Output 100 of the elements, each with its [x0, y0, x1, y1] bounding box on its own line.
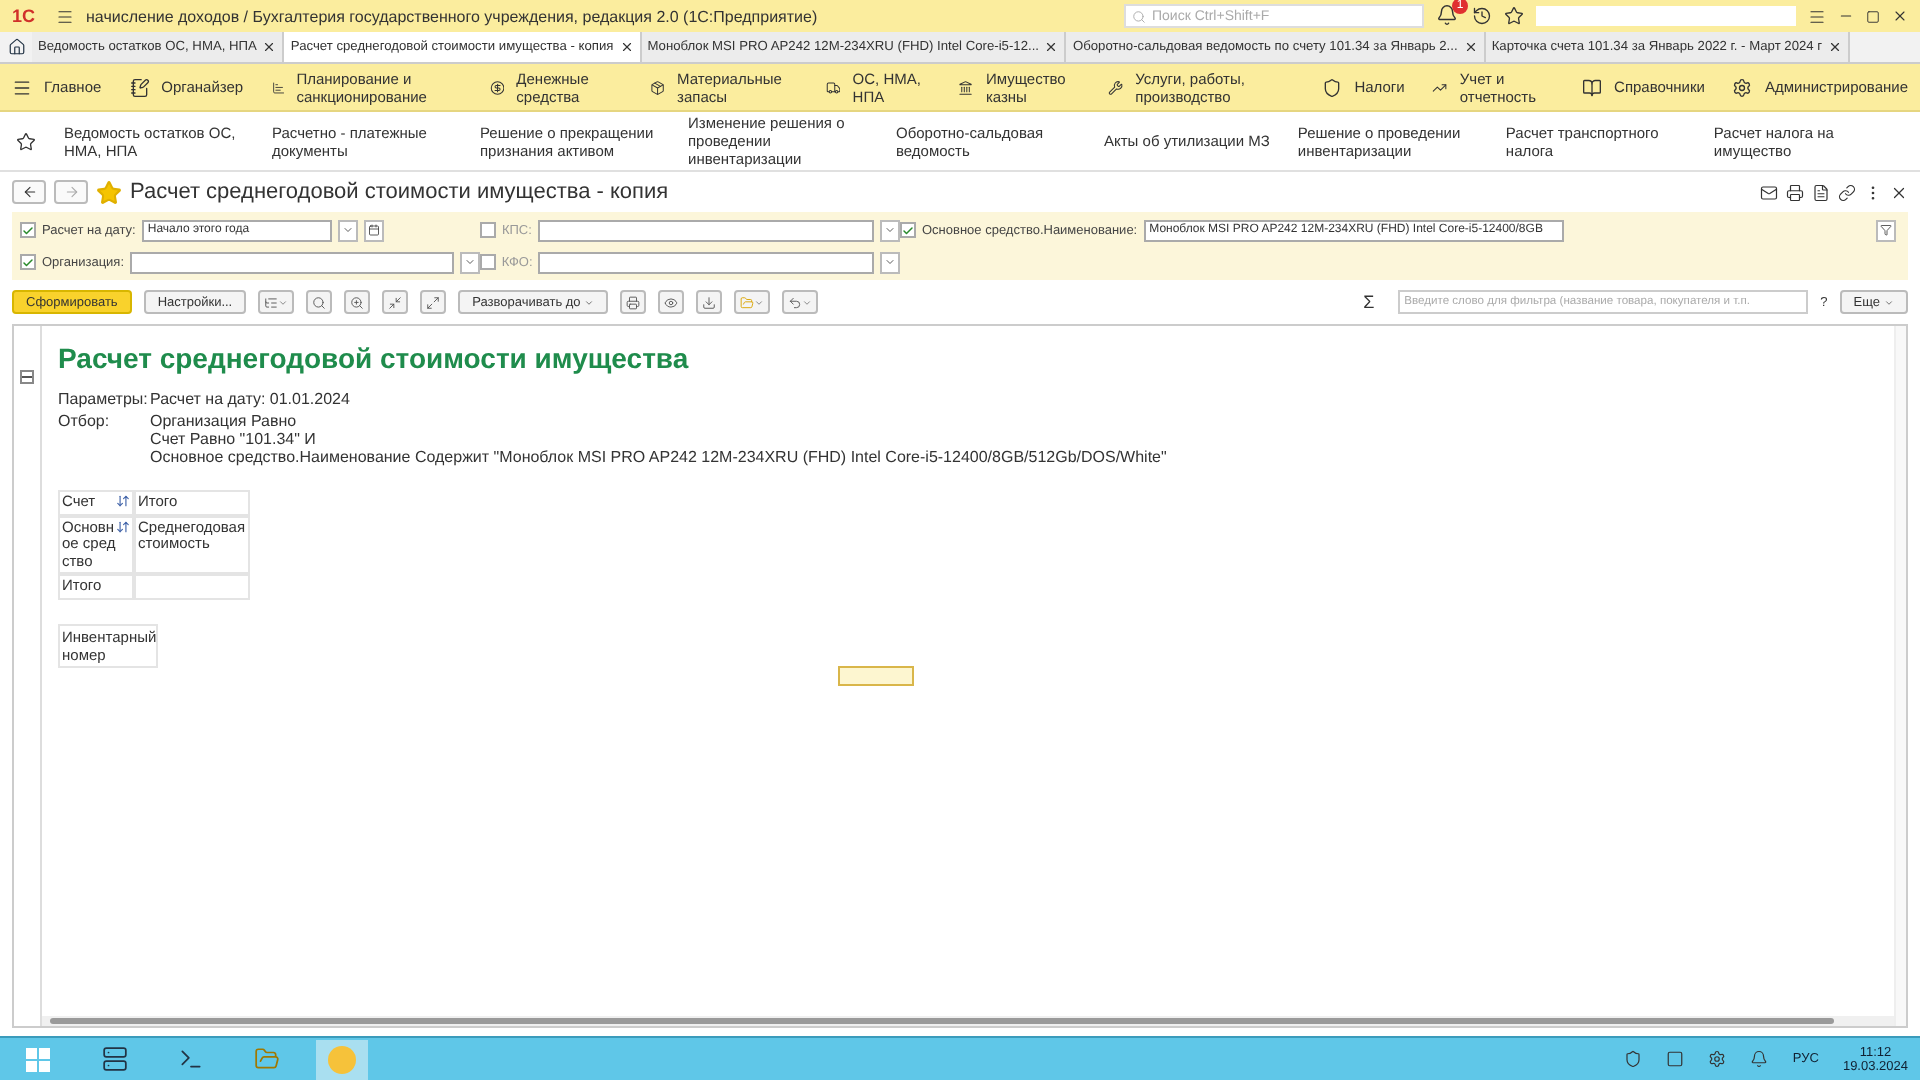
settings-icon — [1732, 77, 1753, 97]
notebook-icon — [129, 77, 150, 97]
selected-cell[interactable] — [838, 666, 914, 686]
search-icon — [312, 295, 327, 309]
download-icon — [702, 295, 717, 309]
menu-icon[interactable] — [56, 7, 74, 25]
collapse-icon — [388, 295, 403, 309]
chevron-down-icon — [754, 297, 765, 307]
bell-icon[interactable] — [1436, 4, 1458, 26]
form-title: Расчет среднегодовой стоимости имущества - копия — [130, 180, 669, 204]
sort-icon[interactable] — [116, 494, 130, 508]
chevron-down-icon — [802, 297, 813, 307]
document-icon[interactable] — [1812, 183, 1830, 201]
collapse-button[interactable] — [382, 290, 409, 314]
vertical-scrollbar[interactable] — [1894, 326, 1906, 1026]
chevron-down-icon — [1884, 297, 1894, 307]
book-icon — [1582, 77, 1603, 97]
sum-button[interactable]: Σ — [1351, 290, 1387, 314]
folder-icon — [740, 295, 755, 309]
printer-icon[interactable] — [1786, 183, 1804, 201]
home-icon — [7, 38, 25, 56]
back-button[interactable] — [12, 180, 46, 204]
check-icon — [902, 223, 914, 237]
report-title: Расчет среднегодовой стоимости имущества — [58, 342, 691, 374]
windows-icon — [26, 1047, 50, 1071]
collapse-toggle[interactable] — [20, 370, 34, 384]
check-icon — [22, 255, 34, 269]
zoom-button[interactable] — [344, 290, 371, 314]
shield-icon — [1322, 77, 1343, 97]
filter-checkbox[interactable] — [480, 222, 496, 238]
favorite-star-icon[interactable] — [96, 179, 122, 205]
filter-settings-button[interactable] — [1876, 219, 1896, 241]
parameter-value: Расчет на дату: 01.01.2024 — [150, 390, 352, 408]
filter-checkbox[interactable] — [900, 222, 916, 238]
close-icon[interactable] — [1044, 40, 1059, 54]
parameter-value: Организация Равно — [150, 412, 299, 430]
expand-all-button[interactable] — [420, 290, 447, 314]
close-icon[interactable] — [619, 40, 634, 54]
maximize-icon[interactable] — [1866, 9, 1880, 23]
arrow-right-icon — [63, 184, 79, 200]
parameter-value: Основное средство.Наименование Содержит "Моноблок MSI PRO AP242 12M-234XRU (FHD) Intel Core-i5-12400/8GB/512Gb/DOS/White" — [150, 448, 1169, 466]
search-button[interactable] — [306, 290, 333, 314]
close-icon[interactable] — [262, 40, 277, 54]
zoom-icon — [350, 295, 365, 309]
filter-field[interactable] — [538, 251, 874, 273]
filter-checkbox[interactable] — [20, 222, 36, 238]
tray-icon[interactable] — [1624, 1050, 1643, 1068]
print-button[interactable] — [620, 290, 647, 314]
parameter-value: Счет Равно "101.34" И — [150, 430, 318, 448]
close-icon[interactable] — [1892, 8, 1908, 24]
search-icon — [1132, 9, 1146, 23]
check-icon — [22, 223, 34, 237]
star-icon[interactable] — [1504, 6, 1524, 26]
filter-icon — [1880, 224, 1892, 236]
menu-icon — [12, 77, 32, 97]
close-icon[interactable] — [1828, 40, 1843, 54]
sort-icon[interactable] — [116, 519, 130, 533]
filter-checkbox[interactable] — [20, 254, 36, 270]
parameter-label: Отбор: — [58, 412, 112, 434]
printer-icon — [626, 295, 641, 309]
bar-chart-icon — [271, 77, 285, 97]
box-icon — [649, 77, 666, 97]
filter-field[interactable] — [130, 251, 454, 273]
link-icon[interactable] — [1838, 183, 1856, 201]
window-title: начисление доходов / Бухгалтерия государственного учреждения, редакция 2.0 (1С:Предприятие) — [86, 7, 818, 25]
parameter-label: Параметры: — [58, 390, 150, 408]
history-icon[interactable] — [1472, 6, 1492, 26]
calendar-icon — [367, 224, 380, 236]
variants-button[interactable] — [258, 290, 295, 314]
horizontal-scrollbar[interactable] — [42, 1016, 1894, 1026]
preview-button[interactable] — [658, 290, 685, 314]
menu-icon[interactable] — [1808, 7, 1826, 25]
download-button[interactable] — [696, 290, 723, 314]
filter-field[interactable] — [537, 219, 874, 241]
mail-icon[interactable] — [1760, 183, 1778, 201]
truck-icon — [825, 77, 841, 97]
terminal-icon — [177, 1046, 203, 1072]
tray-icon[interactable] — [1708, 1050, 1727, 1068]
chevron-down-icon — [341, 224, 354, 236]
calendar-button[interactable] — [363, 219, 384, 241]
undo-button[interactable] — [782, 290, 819, 314]
bank-building-icon — [958, 77, 974, 97]
server-icon — [101, 1046, 127, 1072]
tray-icon[interactable] — [1666, 1050, 1685, 1068]
wrench-icon — [1108, 77, 1124, 97]
app-logo: 1С — [12, 4, 38, 28]
tray-icon[interactable] — [1750, 1050, 1769, 1068]
list-icon — [264, 295, 279, 309]
chevron-down-icon — [464, 256, 476, 268]
chevron-down-icon — [884, 224, 896, 236]
close-icon[interactable] — [1890, 183, 1908, 201]
chevron-down-icon — [584, 297, 595, 307]
close-icon[interactable] — [1463, 40, 1478, 54]
star-icon[interactable] — [16, 131, 36, 151]
coin-icon — [489, 77, 505, 97]
folder-icon — [253, 1046, 279, 1072]
undo-icon — [788, 295, 803, 309]
arrow-left-icon — [21, 184, 37, 200]
expand-icon — [426, 295, 441, 309]
filter-checkbox[interactable] — [480, 254, 496, 270]
